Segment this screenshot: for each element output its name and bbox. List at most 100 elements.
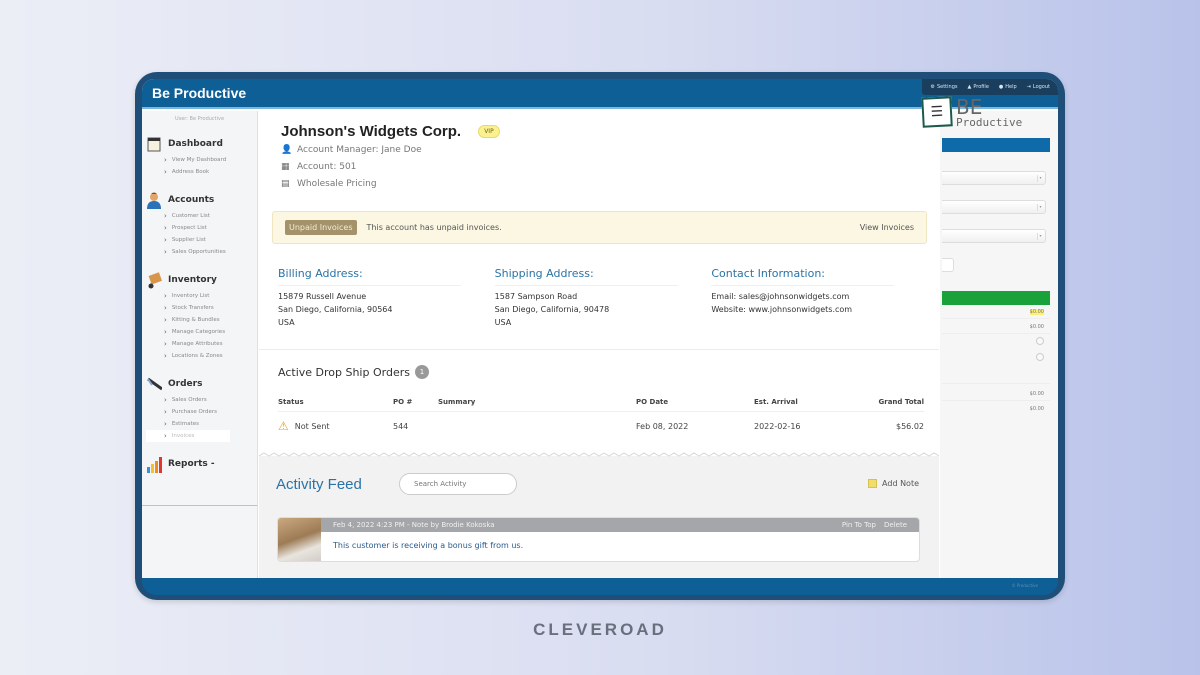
- panel-input[interactable]: [942, 258, 954, 272]
- nav-item-prospect-list[interactable]: › Prospect List: [146, 222, 257, 234]
- chevron-right-icon: ›: [164, 432, 167, 440]
- note-icon: [868, 479, 878, 488]
- table-row[interactable]: ⚠ Not Sent 544 Feb 08, 2022 2022-02-16 $5…: [278, 411, 924, 441]
- nav-item-customer-list[interactable]: › Customer List: [146, 210, 257, 222]
- nav-item-locations-zones[interactable]: › Locations & Zones: [146, 350, 257, 362]
- view-invoices-link[interactable]: View Invoices: [860, 223, 914, 232]
- panel-divider: [942, 333, 1050, 334]
- bottom-bar: © Productive: [142, 578, 1058, 595]
- chevron-right-icon: ›: [164, 304, 167, 312]
- card-icon: ▤: [281, 179, 290, 189]
- zigzag-divider: [259, 452, 939, 457]
- help-link[interactable]: ● Help: [999, 84, 1017, 90]
- chevron-right-icon: ›: [164, 224, 167, 232]
- main-content: Johnson's Widgets Corp. VIP 👤 Account Man…: [259, 111, 939, 578]
- info-icon[interactable]: [1036, 353, 1044, 361]
- nav-item-stock-transfers[interactable]: › Stock Transfers: [146, 302, 257, 314]
- nav-item-sales-orders[interactable]: › Sales Orders: [146, 394, 257, 406]
- nav-item-sales-opportunities[interactable]: › Sales Opportunities: [146, 246, 257, 258]
- nav-head-reports[interactable]: Reports -: [146, 454, 257, 474]
- activity-note: Feb 4, 2022 4:23 PM - Note by Brodie Kok…: [277, 517, 920, 562]
- nav-item-estimates[interactable]: › Estimates: [146, 418, 257, 430]
- chevron-down-icon: ▾: [1037, 175, 1043, 182]
- chevron-down-icon: ▾: [1037, 233, 1043, 240]
- nav-item-address-book[interactable]: › Address Book: [146, 166, 257, 178]
- chevron-right-icon: ›: [164, 248, 167, 256]
- panel-value: $0.00: [1029, 324, 1044, 330]
- address-section: Billing Address: 15879 Russell Avenue Sa…: [278, 267, 928, 331]
- alert-message: This account has unpaid invoices.: [366, 223, 502, 232]
- be-productive-logo: ☰ BE Productive: [921, 96, 1022, 128]
- warning-icon: ⚠: [278, 419, 289, 434]
- nav-item-view-dashboard[interactable]: › View My Dashboard: [146, 154, 257, 166]
- sidebar-divider: [142, 505, 257, 506]
- help-icon: ●: [998, 84, 1004, 90]
- user-label: User: Be Productive: [174, 116, 225, 122]
- panel-value: $0.00: [1029, 406, 1044, 412]
- panel-header-bar: [942, 138, 1050, 152]
- orders-count-badge: 1: [414, 365, 429, 379]
- panel-divider: [942, 400, 1050, 401]
- chevron-right-icon: ›: [164, 408, 167, 416]
- panel-select-3[interactable]: ▾: [942, 229, 1046, 243]
- nav-section-dashboard: Dashboard › View My Dashboard › Address Bo…: [142, 134, 257, 178]
- panel-select-1[interactable]: ▾: [942, 171, 1046, 185]
- nav-item-manage-attributes[interactable]: › Manage Attributes: [146, 338, 257, 350]
- chevron-right-icon: ›: [164, 352, 167, 360]
- logout-icon: ⇥: [1026, 84, 1031, 90]
- info-icon[interactable]: [1036, 337, 1044, 345]
- settings-link[interactable]: ⚙ Settings: [930, 84, 957, 90]
- nav-item-manage-categories[interactable]: › Manage Categories: [146, 326, 257, 338]
- nav-item-purchase-orders[interactable]: › Purchase Orders: [146, 406, 257, 418]
- contact-website[interactable]: Website: www.johnsonwidgets.com: [711, 305, 928, 318]
- cleveroad-brand: CLEVEROAD: [533, 620, 667, 639]
- nav-section-reports: Reports -: [142, 454, 257, 474]
- nav-section-accounts: Accounts › Customer List › Prospect List ›…: [142, 190, 257, 258]
- panel-value: $0.00: [1029, 391, 1044, 397]
- nav-item-invoices[interactable]: › Invoices: [146, 430, 230, 442]
- panel-divider: [942, 318, 1050, 319]
- drop-ship-orders-title: Active Drop Ship Orders 1: [278, 365, 429, 379]
- person-icon: [146, 191, 162, 209]
- chevron-down-icon: ▾: [1037, 204, 1043, 211]
- chevron-right-icon: ›: [164, 340, 167, 348]
- hand-truck-icon: [146, 271, 162, 289]
- pen-icon: [146, 375, 162, 393]
- unpaid-invoices-badge: Unpaid Invoices: [285, 220, 357, 235]
- pin-to-top-link[interactable]: Pin To Top: [842, 521, 876, 529]
- delete-note-link[interactable]: Delete: [884, 521, 907, 529]
- right-panel: ☰ BE Productive ▾ ▾ ▾ $0.00 $0.00 $0.00 …: [921, 96, 1058, 578]
- bar-chart-icon: [146, 455, 162, 473]
- logout-link[interactable]: ⇥ Logout: [1027, 84, 1050, 90]
- account-header: Johnson's Widgets Corp. VIP 👤 Account Man…: [281, 121, 500, 191]
- profile-link[interactable]: ▲ Profile: [967, 84, 988, 90]
- nav-head-inventory[interactable]: Inventory: [146, 270, 257, 290]
- activity-feed-title: Activity Feed: [276, 476, 362, 493]
- app-title: Be Productive: [152, 85, 247, 101]
- nav-section-orders: Orders › Sales Orders › Purchase Orders › E…: [142, 374, 257, 442]
- add-note-button[interactable]: Add Note: [868, 479, 919, 488]
- nav-section-inventory: Inventory › Inventory List › Stock Transfe…: [142, 270, 257, 362]
- pricing-tier: ▤ Wholesale Pricing: [281, 179, 377, 189]
- nav-item-supplier-list[interactable]: › Supplier List: [146, 234, 257, 246]
- calendar-icon: [146, 135, 162, 153]
- nav-item-inventory-list[interactable]: › Inventory List: [146, 290, 257, 302]
- nav-head-dashboard[interactable]: Dashboard: [146, 134, 257, 154]
- chevron-right-icon: ›: [164, 328, 167, 336]
- contact-email[interactable]: Email: sales@johnsonwidgets.com: [711, 292, 928, 305]
- contact-information: Contact Information: Email: sales@johnso…: [711, 267, 928, 331]
- account-number: ▦ Account: 501: [281, 162, 357, 172]
- nav-head-orders[interactable]: Orders: [146, 374, 257, 394]
- nav-item-kitting-bundles[interactable]: › Kitting & Bundles: [146, 314, 257, 326]
- vip-badge: VIP: [478, 125, 500, 138]
- account-name: Johnson's Widgets Corp.: [281, 123, 462, 140]
- nav-head-accounts[interactable]: Accounts: [146, 190, 257, 210]
- chevron-right-icon: ›: [164, 236, 167, 244]
- search-activity-input[interactable]: [399, 473, 517, 495]
- sidebar: User: Be Productive Dashboard › View My D…: [142, 111, 258, 578]
- shipping-address: Shipping Address: 1587 Sampson Road San …: [494, 267, 712, 331]
- chevron-right-icon: ›: [164, 212, 167, 220]
- list-icon: ☰: [921, 96, 953, 128]
- chevron-right-icon: ›: [164, 156, 167, 164]
- panel-select-2[interactable]: ▾: [942, 200, 1046, 214]
